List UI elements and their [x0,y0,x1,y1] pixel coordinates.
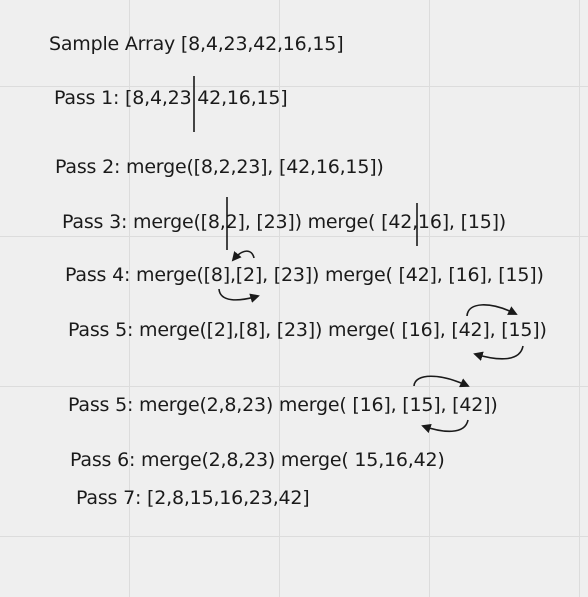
swap-arrow-icon [466,304,518,317]
pass-5b-line: Pass 5: merge(2,8,23) merge( [16], [15],… [68,394,498,416]
pass-7-line: Pass 7: [2,8,15,16,23,42] [76,487,310,509]
pass-6-line: Pass 6: merge(2,8,23) merge( 15,16,42) [70,449,445,471]
pass-2-line: Pass 2: merge([8,2,23], [42,16,15]) [55,156,384,178]
grid-line [0,386,588,387]
swap-arrow-icon [218,288,260,303]
pass-5a-line: Pass 5: merge([2],[8], [23]) merge( [16]… [68,319,547,341]
grid-line [429,0,430,597]
grid-line [0,536,588,537]
grid-line [0,236,588,237]
grid-line [579,0,580,597]
sample-array-label: Sample Array [8,4,23,42,16,15] [49,33,344,55]
swap-arrow-icon [473,345,524,361]
pass-3-line: Pass 3: merge([8,2], [23]) merge( [42,16… [62,211,507,233]
swap-arrow-icon [231,250,255,262]
pass-4-line: Pass 4: merge([8],[2], [23]) merge( [42]… [65,264,544,286]
pass-1-line: Pass 1: [8,4,23 42,16,15] [54,87,288,109]
whiteboard-canvas: Sample Array [8,4,23,42,16,15] Pass 1: [… [0,0,588,597]
swap-arrow-icon [413,375,470,388]
